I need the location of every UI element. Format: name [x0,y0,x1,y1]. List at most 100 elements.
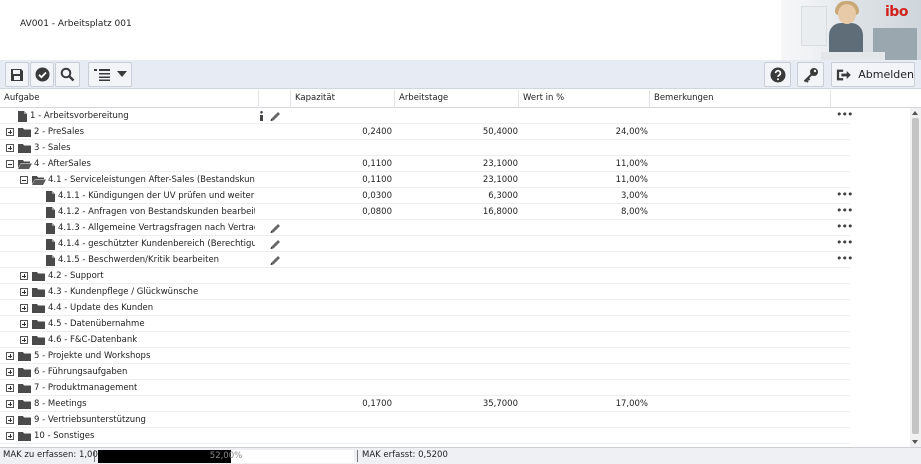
expand-icon[interactable] [6,368,14,376]
key-button[interactable] [797,62,824,87]
confirm-button[interactable] [30,62,54,87]
collapse-icon[interactable] [20,176,28,184]
vertical-scrollbar[interactable] [910,108,921,447]
progress-bar: 52,00% [98,450,354,463]
expand-icon[interactable] [6,432,14,440]
folder-icon [18,351,31,364]
table-row[interactable]: 1 - Arbeitsvorbereitung ••• [0,108,853,125]
table-row[interactable]: 4.3 - Kundenpflege / Glückwünsche [0,284,850,300]
cell-kapazitaet [300,140,392,156]
expand-icon[interactable] [20,272,28,280]
table-row[interactable]: 10 - Sonstiges [0,428,850,444]
more-options-icon[interactable]: ••• [836,236,853,252]
cell-wert: 11,00% [615,175,648,185]
folder-icon [18,127,31,140]
expand-icon[interactable] [6,352,14,360]
folder-open-icon [18,159,32,172]
table-row[interactable]: 4.1.2 - Anfragen von Bestandskunden bear… [0,204,853,220]
table-row[interactable]: 4 - AfterSales 0,1100 23,1000 11,00% [0,156,850,172]
search-button[interactable] [55,62,80,87]
table-row[interactable]: 4.2 - Support [0,268,850,284]
grid-body: 1 - Arbeitsvorbereitung ••• 2 - PreSales 0,… [0,108,910,447]
document-icon [46,223,55,237]
col-header-kapazitaet[interactable]: Kapazität [291,90,395,108]
task-label: 4.2 - Support [48,271,104,281]
task-label: 4.1.3 - Allgemeine Vertragsfragen nach V… [58,223,255,233]
table-row[interactable]: 4.1 - Serviceleistungen After-Sales (Bes… [0,172,850,188]
edit-pencil-icon[interactable] [270,255,281,269]
cell-wert [525,428,648,444]
table-row[interactable]: 3 - Sales [0,140,850,156]
expand-icon[interactable] [6,384,14,392]
col-header-wert[interactable]: Wert in % [519,90,650,108]
expand-icon[interactable] [20,304,28,312]
col-header-bemerkungen[interactable]: Bemerkungen [650,90,831,108]
table-row[interactable]: 4.1.1 - Kündigungen der UV prüfen und we… [0,188,853,204]
cell-kapazitaet: 0,0800 [362,207,392,217]
scroll-down-icon[interactable] [912,440,918,444]
more-options-icon[interactable]: ••• [836,108,853,124]
folder-icon [32,271,45,284]
expand-icon[interactable] [6,416,14,424]
folder-icon [32,335,45,348]
more-options-icon[interactable]: ••• [836,188,853,204]
edit-pencil-icon[interactable] [270,111,281,125]
table-row[interactable]: 6 - Führungsaufgaben [0,364,850,380]
cell-kapazitaet [300,252,392,268]
expand-icon[interactable] [20,320,28,328]
more-options-icon[interactable]: ••• [836,204,853,220]
folder-icon [32,303,45,316]
table-row[interactable]: 4.1.4 - geschützter Kundenbereich (Berec… [0,236,853,253]
task-label: 3 - Sales [34,143,71,153]
task-label: 9 - Vertriebsunterstützung [34,415,146,425]
cell-wert [525,300,648,316]
scroll-up-icon[interactable] [912,111,918,115]
table-row[interactable]: 4.5 - Datenübernahme [0,316,850,332]
expand-icon[interactable] [6,400,14,408]
edit-pencil-icon[interactable] [270,239,281,253]
expand-icon[interactable] [6,144,14,152]
progress-text: 52,00% [209,451,243,461]
table-row[interactable]: 5 - Projekte und Workshops [0,348,850,364]
table-row[interactable]: 4.1.3 - Allgemeine Vertragsfragen nach V… [0,220,853,237]
cell-wert [525,380,648,396]
status-bar: MAK zu erfassen: 1,0000 52,00% MAK erfas… [0,447,921,464]
folder-icon [18,143,31,156]
document-icon [46,239,55,253]
cell-kapazitaet [300,236,392,252]
table-row[interactable]: 7 - Produktmanagement [0,380,850,396]
info-icon[interactable] [259,111,264,125]
more-options-icon[interactable]: ••• [836,220,853,236]
table-row[interactable]: 8 - Meetings 0,1700 35,7000 17,00% [0,396,850,412]
tree-view-dropdown[interactable] [88,62,132,87]
help-button[interactable] [764,62,791,87]
col-header-arbeitstage[interactable]: Arbeitstage [395,90,519,108]
table-row[interactable]: 9 - Vertriebsunterstützung [0,412,850,428]
task-label: 4.1.2 - Anfragen von Bestandskunden bear… [58,207,255,217]
collapse-icon[interactable] [6,160,14,168]
cell-arbeitstage [400,268,518,284]
edit-pencil-icon[interactable] [270,223,281,237]
task-label: 6 - Führungsaufgaben [34,367,128,377]
cell-wert [525,284,648,300]
task-label: 4.6 - F&C-Datenbank [48,335,138,345]
logout-button[interactable]: Abmelden [831,62,915,87]
expand-icon[interactable] [20,336,28,344]
cell-wert [525,140,648,156]
cell-kapazitaet: 0,1100 [362,159,392,169]
table-row[interactable]: 4.6 - F&C-Datenbank [0,332,850,348]
col-header-aufgabe[interactable]: Aufgabe [0,90,259,108]
more-options-icon[interactable]: ••• [836,252,853,268]
check-circle-icon [35,67,49,82]
expand-icon[interactable] [20,288,28,296]
folder-icon [18,399,31,412]
scroll-thumb[interactable] [912,118,919,434]
save-button[interactable] [5,62,29,87]
table-row[interactable]: 2 - PreSales 0,2400 50,4000 24,00% [0,124,850,140]
cell-arbeitstage [400,300,518,316]
cell-kapazitaet [300,332,392,348]
expand-icon[interactable] [6,128,14,136]
table-row[interactable]: 4.4 - Update des Kunden [0,300,850,316]
cell-kapazitaet [300,412,392,428]
table-row[interactable]: 4.1.5 - Beschwerden/Kritik bearbeiten ••• [0,252,853,269]
